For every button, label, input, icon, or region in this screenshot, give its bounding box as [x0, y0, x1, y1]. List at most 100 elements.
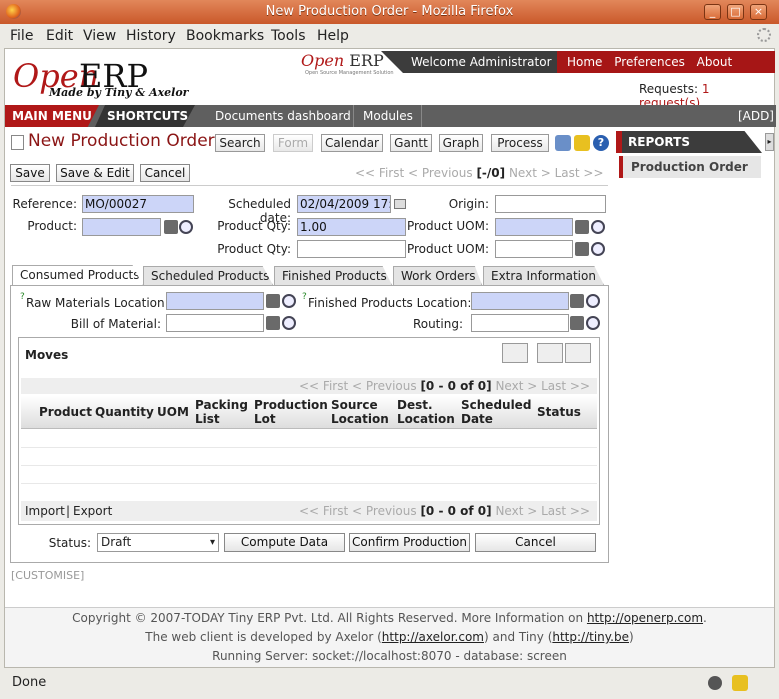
tiny-link[interactable]: http://tiny.be: [552, 630, 629, 644]
sidebar-toggle-icon[interactable]: ▸: [765, 133, 774, 151]
product-uom2-field[interactable]: [495, 240, 573, 258]
menu-bookmarks[interactable]: Bookmarks: [186, 28, 264, 44]
view-search-button[interactable]: Search: [215, 134, 265, 152]
folder-icon[interactable]: [164, 220, 178, 234]
compute-data-button[interactable]: Compute Data: [224, 533, 345, 552]
bom-field[interactable]: [166, 314, 264, 332]
minimize-icon[interactable]: _: [704, 4, 721, 20]
tab-scheduled-products[interactable]: Scheduled Products: [143, 266, 273, 285]
new-record-icon[interactable]: [502, 343, 528, 363]
status-select[interactable]: Draft: [97, 533, 219, 552]
tab-work-orders[interactable]: Work Orders: [393, 266, 482, 285]
column-packing-list[interactable]: Packing List: [195, 398, 248, 426]
print-icon[interactable]: [537, 343, 563, 363]
menu-help[interactable]: Help: [317, 28, 349, 44]
menu-file[interactable]: File: [10, 28, 33, 44]
pager-previous[interactable]: < Previous: [408, 166, 473, 180]
scheduled-date-field[interactable]: 02/04/2009 17:: [297, 195, 391, 213]
grid-pager-previous[interactable]: < Previous: [352, 379, 417, 393]
grid-pager-next[interactable]: Next >: [495, 504, 537, 518]
tab-consumed-products[interactable]: Consumed Products: [12, 265, 143, 286]
maximize-icon[interactable]: □: [727, 4, 744, 20]
product-field[interactable]: [82, 218, 161, 236]
search-icon[interactable]: [586, 316, 600, 330]
cancel-production-button[interactable]: Cancel: [475, 533, 596, 552]
search-icon[interactable]: [282, 316, 296, 330]
report-production-order[interactable]: Production Order: [619, 156, 761, 178]
search-icon[interactable]: [179, 220, 193, 234]
nav-logout-link[interactable]: Logout: [567, 77, 608, 91]
column-source-location[interactable]: Source Location: [331, 398, 391, 426]
menu-view[interactable]: View: [83, 28, 116, 44]
grid-pager-last[interactable]: Last >>: [541, 504, 590, 518]
reference-field[interactable]: MO/00027: [82, 195, 194, 213]
column-product[interactable]: Product: [39, 405, 92, 419]
search-icon[interactable]: [591, 242, 605, 256]
shortcut-documents-dashboard[interactable]: Documents dashboard: [215, 105, 351, 127]
folder-icon[interactable]: [570, 294, 584, 308]
view-graph-button[interactable]: Graph: [439, 134, 483, 152]
menu-history[interactable]: History: [126, 28, 176, 44]
nav-preferences-link[interactable]: Preferences: [614, 55, 685, 69]
column-production-lot[interactable]: Production Lot: [254, 398, 328, 426]
search-icon[interactable]: [591, 220, 605, 234]
openerp-link[interactable]: http://openerp.com: [587, 611, 703, 625]
close-icon[interactable]: ×: [750, 4, 767, 20]
column-status[interactable]: Status: [537, 405, 581, 419]
product-uom-field[interactable]: [495, 218, 573, 236]
folder-icon[interactable]: [570, 316, 584, 330]
attachment-icon[interactable]: [555, 135, 571, 151]
column-scheduled-date[interactable]: Scheduled Date: [461, 398, 535, 426]
grid-pager-previous[interactable]: < Previous: [352, 504, 417, 518]
pager-next[interactable]: Next >: [509, 166, 551, 180]
help-icon[interactable]: ?: [593, 135, 609, 151]
shortcuts-button[interactable]: SHORTCUTS: [95, 105, 195, 127]
column-quantity[interactable]: Quantity: [95, 405, 154, 419]
menu-tools[interactable]: Tools: [271, 28, 306, 44]
raw-location-field[interactable]: [166, 292, 264, 310]
view-process-button[interactable]: Process: [491, 134, 549, 152]
menu-edit[interactable]: Edit: [46, 28, 73, 44]
grid-pager-next[interactable]: Next >: [495, 379, 537, 393]
security-icon[interactable]: [732, 675, 748, 691]
folder-icon[interactable]: [266, 294, 280, 308]
shortcut-modules[interactable]: Modules: [363, 105, 413, 127]
calendar-icon[interactable]: [394, 199, 406, 209]
action-icon[interactable]: [574, 135, 590, 151]
nav-home-link[interactable]: Home: [567, 55, 602, 69]
grid-pager-first[interactable]: << First: [299, 504, 348, 518]
folder-icon[interactable]: [266, 316, 280, 330]
product-qty2-field[interactable]: [297, 240, 406, 258]
search-icon[interactable]: [282, 294, 296, 308]
customise-link[interactable]: [CUSTOMISE]: [11, 569, 84, 582]
grid-pager-last[interactable]: Last >>: [541, 379, 590, 393]
view-calendar-button[interactable]: Calendar: [321, 134, 383, 152]
grid-pager-first[interactable]: << First: [299, 379, 348, 393]
view-gantt-button[interactable]: Gantt: [390, 134, 432, 152]
folder-icon[interactable]: [575, 242, 589, 256]
product-qty-field[interactable]: 1.00: [297, 218, 406, 236]
confirm-production-button[interactable]: Confirm Production: [349, 533, 470, 552]
nav-about-link[interactable]: About: [697, 55, 732, 69]
finished-location-field[interactable]: [471, 292, 569, 310]
view-form-button[interactable]: Form: [273, 134, 313, 152]
save-edit-button[interactable]: Save & Edit: [56, 164, 134, 182]
import-link[interactable]: Import: [25, 504, 65, 518]
cancel-button[interactable]: Cancel: [140, 164, 190, 182]
routing-field[interactable]: [471, 314, 569, 332]
origin-field[interactable]: [495, 195, 606, 213]
save-button[interactable]: Save: [10, 164, 50, 182]
column-uom[interactable]: UOM: [157, 405, 189, 419]
extension-icon[interactable]: [708, 676, 722, 690]
search-icon[interactable]: [586, 294, 600, 308]
export-link[interactable]: Export: [73, 504, 112, 518]
tab-finished-products[interactable]: Finished Products: [274, 266, 392, 285]
pager-last[interactable]: Last >>: [555, 166, 604, 180]
pager-first[interactable]: << First: [355, 166, 404, 180]
column-dest-location[interactable]: Dest. Location: [397, 398, 457, 426]
axelor-link[interactable]: http://axelor.com: [382, 630, 484, 644]
add-shortcut-link[interactable]: [ADD]: [738, 105, 774, 127]
main-menu-button[interactable]: MAIN MENU: [5, 105, 99, 127]
export-icon[interactable]: [565, 343, 591, 363]
tab-extra-information[interactable]: Extra Information: [483, 266, 604, 285]
